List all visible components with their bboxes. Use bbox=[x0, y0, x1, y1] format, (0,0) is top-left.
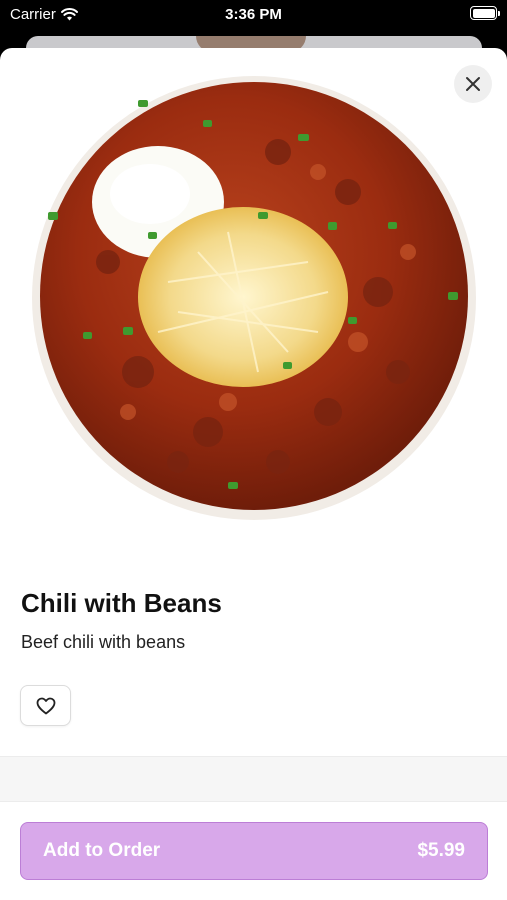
dish-image bbox=[32, 76, 476, 520]
order-price: $5.99 bbox=[417, 840, 465, 861]
add-to-order-button[interactable]: Add to Order $5.99 bbox=[20, 822, 488, 880]
add-to-order-label: Add to Order bbox=[43, 840, 161, 861]
dish-title: Chili with Beans bbox=[21, 588, 222, 618]
battery-icon bbox=[470, 6, 500, 20]
dish-description: Beef chili with beans bbox=[21, 632, 186, 652]
heart-icon bbox=[36, 697, 55, 714]
close-icon bbox=[466, 77, 480, 91]
status-bar: Carrier 3:36 PM bbox=[0, 0, 507, 36]
item-detail-sheet: Chili with Beans Beef chili with beans A… bbox=[0, 48, 507, 900]
section-divider bbox=[0, 756, 507, 802]
close-button[interactable] bbox=[454, 65, 492, 103]
favorite-button[interactable] bbox=[20, 685, 71, 726]
status-time: 3:36 PM bbox=[225, 6, 282, 23]
